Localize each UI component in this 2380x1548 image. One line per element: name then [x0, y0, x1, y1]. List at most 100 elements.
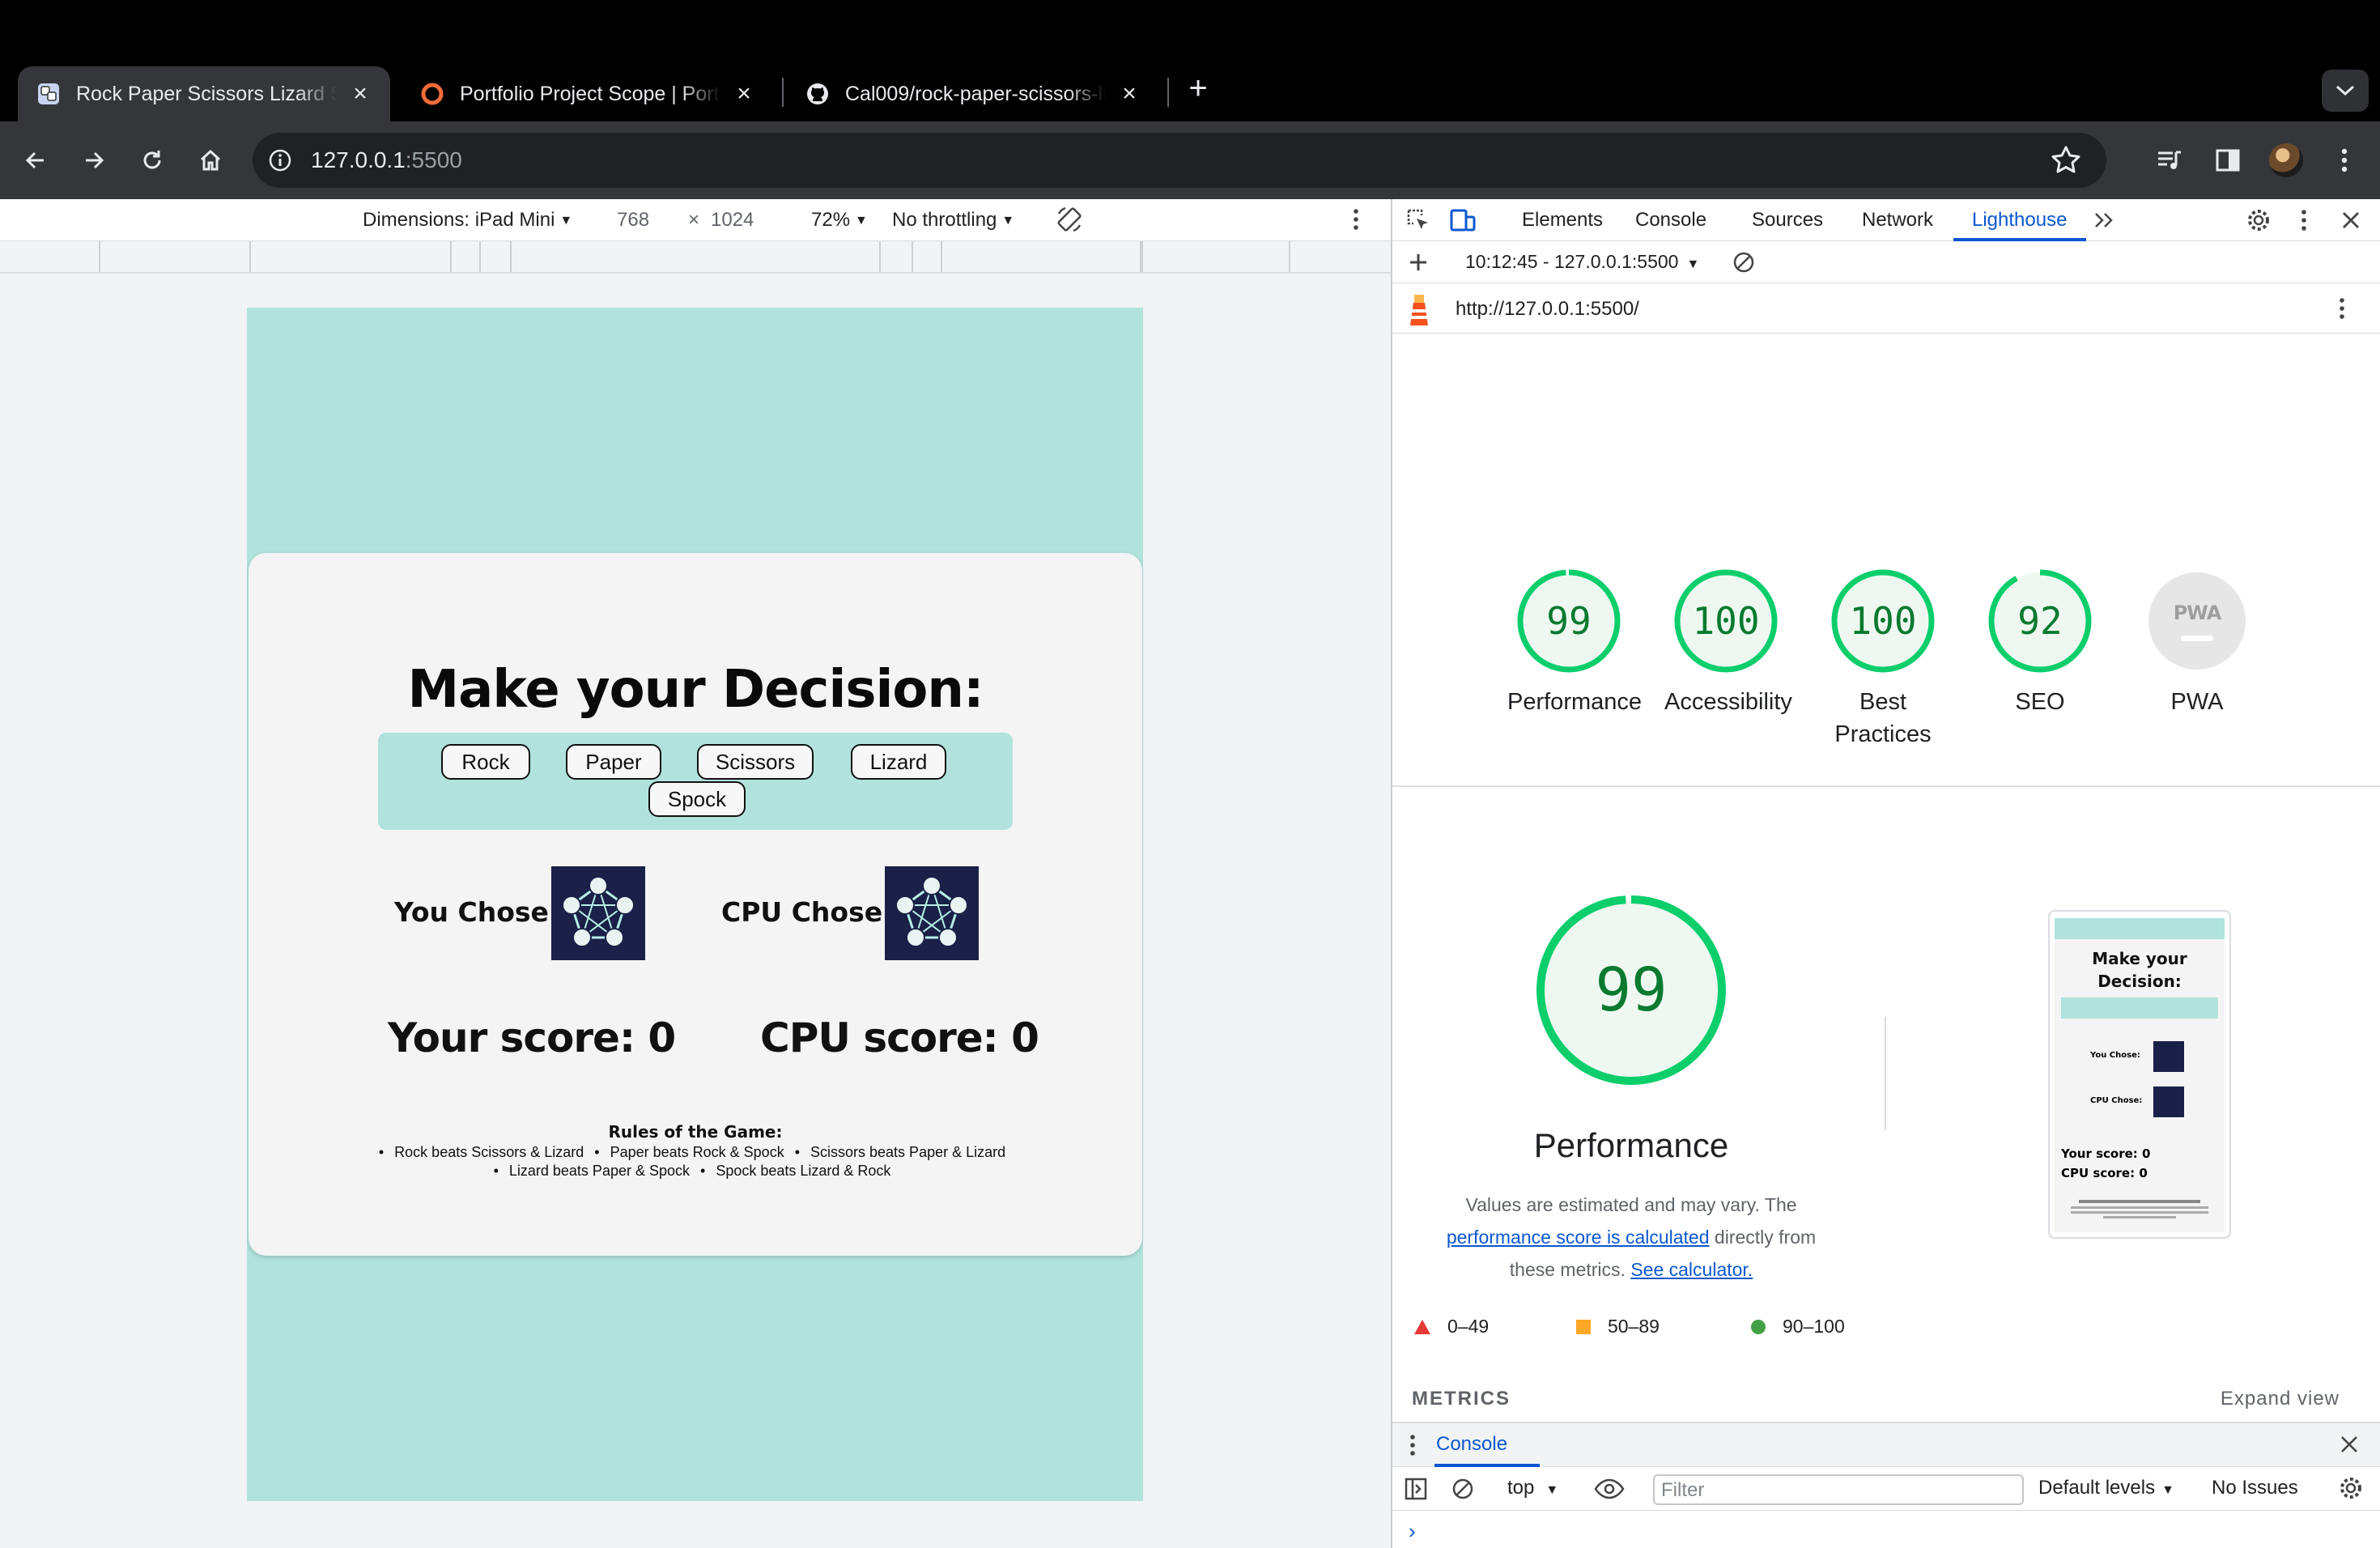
cpu-chose-label: CPU Chose:	[721, 896, 894, 928]
score-gauge-best-practices[interactable]: 100 Best Practices	[1830, 568, 1936, 751]
height-input[interactable]: 1024	[711, 209, 754, 232]
tab-github-repo[interactable]: Cal009/rock-paper-scissors-lizard ×	[787, 66, 1159, 121]
caret-down-icon: ▼	[1545, 1483, 1559, 1497]
drawer-menu-icon[interactable]	[1409, 1433, 1417, 1457]
back-button[interactable]	[16, 141, 55, 180]
thumb-cpu-score: CPU score: 0	[2061, 1166, 2148, 1180]
close-tab-icon[interactable]: ×	[732, 80, 756, 108]
clear-console-icon[interactable]	[1451, 1477, 1475, 1501]
close-drawer-icon[interactable]	[2340, 1435, 2359, 1454]
side-panel-button[interactable]	[2207, 139, 2249, 181]
final-screenshot-thumbnail[interactable]: Make your Decision: You Chose: CPU Chose…	[2048, 910, 2231, 1239]
scissors-button[interactable]: Scissors	[697, 744, 814, 780]
console-filter-input[interactable]: Filter	[1653, 1474, 2024, 1505]
close-tab-icon[interactable]: ×	[1117, 80, 1141, 108]
score-value: 99	[1546, 599, 1592, 643]
rotate-button[interactable]	[1054, 204, 1085, 235]
tab-title: Cal009/rock-paper-scissors-lizard	[845, 82, 1106, 105]
thumb-you-chose: You Chose:	[2090, 1051, 2140, 1060]
console-sidebar-icon[interactable]	[1404, 1477, 1428, 1501]
performance-description: Values are estimated and may vary. The p…	[1409, 1189, 1854, 1286]
lizard-button[interactable]: Lizard	[851, 744, 946, 780]
new-tab-button[interactable]: +	[1182, 72, 1214, 105]
devtools-more-icon[interactable]	[2288, 204, 2320, 236]
square-icon	[1576, 1319, 1591, 1334]
score-label: Best Practices	[1834, 689, 1932, 747]
expand-view-link[interactable]: Expand view	[2221, 1388, 2340, 1410]
performance-title: Performance	[1533, 1126, 1729, 1164]
game-card: Make your Decision: Rock Paper Scissors …	[249, 553, 1142, 1256]
tab-console[interactable]: Console	[1635, 209, 1706, 232]
triangle-icon	[1414, 1319, 1430, 1334]
log-levels-select[interactable]: Default levels ▼	[2038, 1477, 2174, 1499]
media-query-segment[interactable]	[249, 241, 450, 272]
media-query-segment[interactable]	[510, 241, 879, 272]
tab-portfolio-scope[interactable]: Portfolio Project Scope | Portfolio ×	[402, 66, 774, 121]
home-button[interactable]	[191, 141, 230, 180]
tab-network[interactable]: Network	[1862, 209, 1933, 232]
more-tabs-chevron-icon[interactable]	[2089, 204, 2121, 236]
desc-text: these metrics.	[1509, 1259, 1626, 1280]
score-gauge-pwa[interactable]: PWA PWA	[2144, 568, 2250, 718]
device-toolbar-more-button[interactable]	[1352, 207, 1360, 232]
zoom-select[interactable]: 72% ▼	[811, 209, 868, 232]
rpsls-diagram-icon	[562, 876, 635, 947]
close-tab-icon[interactable]: ×	[348, 80, 372, 108]
score-gauge-seo[interactable]: 92 SEO	[1987, 568, 2093, 718]
address-bar[interactable]: 127.0.0.1:5500	[253, 133, 2106, 188]
width-input[interactable]: 768	[617, 209, 649, 232]
spock-button[interactable]: Spock	[648, 781, 746, 817]
dice-favicon-icon	[36, 81, 62, 107]
media-query-segment[interactable]	[879, 241, 912, 272]
close-devtools-icon[interactable]	[2335, 204, 2367, 236]
tab-sources[interactable]: Sources	[1752, 209, 1823, 232]
context-select[interactable]: top ▼	[1507, 1477, 1558, 1499]
browser-menu-button[interactable]	[2323, 139, 2365, 181]
tab-rock-paper-scissors[interactable]: Rock Paper Scissors Lizard Spock ×	[18, 66, 390, 121]
tab-search-button[interactable]	[2322, 70, 2369, 112]
report-select[interactable]: 10:12:45 - 127.0.0.1:5500 ▼	[1465, 251, 1699, 273]
bookmark-star-icon[interactable]	[2046, 141, 2085, 180]
reload-icon	[143, 151, 161, 169]
score-gauge-performance[interactable]: 99 Performance	[1507, 568, 1642, 718]
tab-lighthouse[interactable]: Lighthouse	[1972, 209, 2067, 232]
media-query-segment[interactable]	[99, 241, 249, 272]
console-settings-icon[interactable]	[2338, 1475, 2364, 1501]
report-more-icon[interactable]	[2338, 296, 2346, 321]
site-info-icon[interactable]	[261, 141, 300, 180]
settings-gear-icon[interactable]	[2242, 204, 2275, 236]
drawer-tab-console[interactable]: Console	[1436, 1433, 1507, 1456]
score-gauge-accessibility[interactable]: 100 Accessibility	[1664, 568, 1792, 718]
device-select[interactable]: Dimensions: iPad Mini ▼	[363, 209, 572, 232]
new-report-plus-icon[interactable]	[1402, 246, 1434, 279]
live-expression-eye-icon[interactable]	[1593, 1477, 1626, 1501]
media-query-segment[interactable]	[450, 241, 479, 272]
paper-button[interactable]: Paper	[566, 744, 661, 780]
media-query-segment[interactable]	[479, 241, 510, 272]
media-query-segment[interactable]	[1141, 241, 1290, 272]
media-query-segment[interactable]	[912, 241, 941, 272]
media-query-bar[interactable]	[0, 241, 1391, 274]
rpsls-diagram-icon	[895, 876, 968, 947]
clear-reports-icon[interactable]	[1728, 246, 1760, 279]
legend-pass: 90–100	[1750, 1316, 1845, 1337]
tab-elements[interactable]: Elements	[1522, 209, 1603, 232]
media-query-segment[interactable]	[941, 241, 1141, 272]
thumb-image	[2153, 1041, 2184, 1072]
device-mode-icon[interactable]	[1447, 204, 1480, 236]
media-controls-button[interactable]	[2148, 139, 2191, 181]
score-calculated-link[interactable]: performance score is calculated	[1447, 1227, 1710, 1248]
profile-button[interactable]	[2265, 139, 2307, 181]
inspect-element-icon[interactable]	[1402, 204, 1434, 236]
issues-counter[interactable]: No Issues	[2212, 1477, 2298, 1499]
thumb-page: Make your Decision: You Chose: CPU Chose…	[2055, 918, 2225, 1232]
more-vertical-icon	[1354, 209, 1358, 230]
console-prompt[interactable]: ›	[1409, 1519, 1416, 1544]
tab-strip: Rock Paper Scissors Lizard Spock × Portf…	[0, 0, 2380, 121]
rock-button[interactable]: Rock	[441, 744, 530, 780]
see-calculator-link[interactable]: See calculator.	[1630, 1259, 1753, 1280]
pwa-badge: PWA	[2144, 568, 2250, 674]
reload-button[interactable]	[133, 141, 172, 180]
throttling-select[interactable]: No throttling ▼	[892, 209, 1014, 232]
forward-button[interactable]	[74, 141, 113, 180]
